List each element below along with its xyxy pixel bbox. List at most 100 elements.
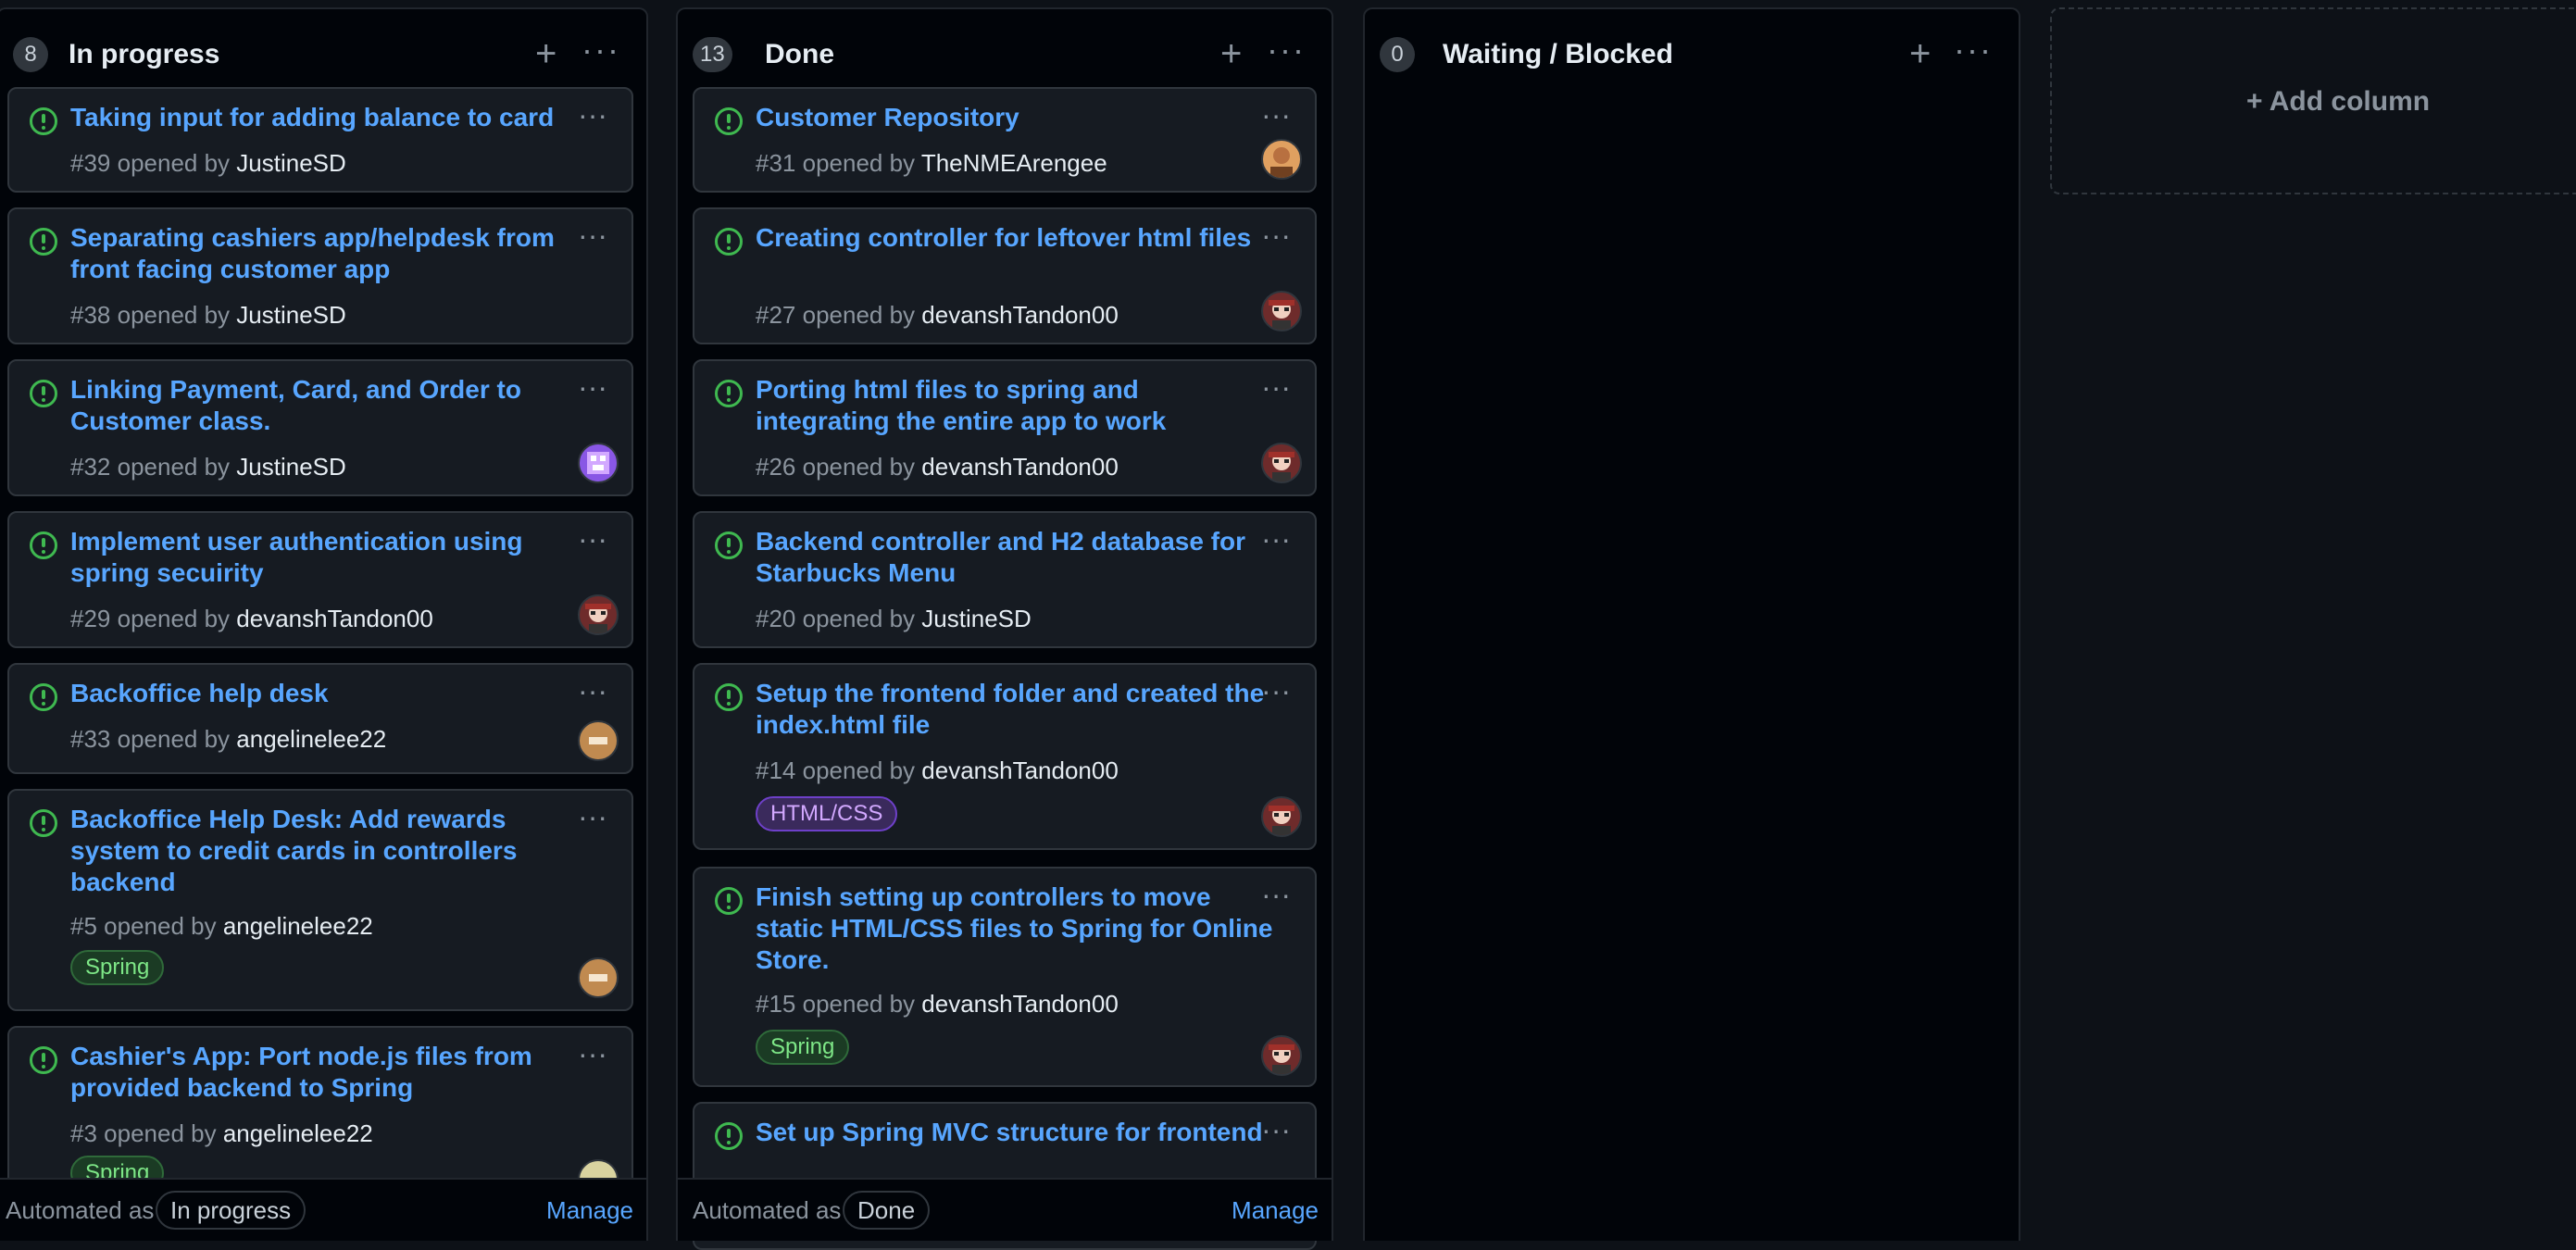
author[interactable]: angelinelee22 (236, 725, 386, 753)
card-menu-icon[interactable]: ··· (578, 802, 607, 831)
card-title[interactable]: Backend controller and H2 database for S… (756, 526, 1274, 589)
card-meta: #14 opened by devanshTandon00 (756, 756, 1119, 785)
issue-open-icon (30, 531, 57, 559)
label-html-css[interactable]: HTML/CSS (756, 796, 898, 831)
author[interactable]: JustineSD (236, 149, 346, 177)
card-title[interactable]: Customer Repository (756, 102, 1274, 133)
card-title[interactable]: Linking Payment, Card, and Order to Cust… (70, 374, 589, 437)
issue-number: #3 opened by (70, 1119, 217, 1147)
plus-icon: + (2246, 86, 2270, 117)
card-title[interactable]: Finish setting up controllers to move st… (756, 881, 1274, 976)
avatar[interactable] (578, 594, 619, 635)
column-count: 8 (13, 37, 48, 72)
issue-number: #39 opened by (70, 149, 231, 177)
card-menu-icon[interactable]: ··· (1261, 220, 1291, 250)
issue-card[interactable]: Linking Payment, Card, and Order to Cust… (7, 359, 633, 496)
card-title[interactable]: Setup the frontend folder and created th… (756, 678, 1274, 741)
avatar[interactable] (578, 957, 619, 998)
column-menu-icon[interactable]: ··· (581, 33, 620, 67)
author[interactable]: devanshTandon00 (236, 605, 433, 632)
add-card-plus-icon[interactable]: + (1220, 35, 1242, 72)
author[interactable]: JustineSD (236, 453, 346, 481)
card-meta: #27 opened by devanshTandon00 (756, 300, 1119, 330)
avatar[interactable] (1261, 1035, 1302, 1076)
issue-open-icon (715, 228, 743, 256)
avatar[interactable] (1261, 291, 1302, 331)
card-menu-icon[interactable]: ··· (578, 372, 607, 402)
issue-card[interactable]: Setup the frontend folder and created th… (693, 663, 1317, 850)
card-title[interactable]: Creating controller for leftover html fi… (756, 222, 1274, 254)
label-spring[interactable]: Spring (70, 950, 165, 985)
column-menu-icon[interactable]: ··· (1954, 33, 1993, 67)
card-title[interactable]: Cashier's App: Port node.js files from p… (70, 1041, 589, 1104)
avatar[interactable] (1261, 139, 1302, 180)
column-title: Done (765, 39, 834, 69)
card-meta: #3 opened by angelinelee22 (70, 1119, 373, 1148)
author[interactable]: devanshTandon00 (921, 301, 1119, 329)
manage-link[interactable]: Manage (1232, 1194, 1319, 1226)
issue-card[interactable]: Finish setting up controllers to move st… (693, 867, 1317, 1087)
card-meta: #38 opened by JustineSD (70, 300, 346, 330)
author[interactable]: JustineSD (921, 605, 1032, 632)
issue-card[interactable]: Implement user authentication using spri… (7, 511, 633, 648)
issue-card[interactable]: Creating controller for leftover html fi… (693, 207, 1317, 344)
issue-open-icon (715, 683, 743, 711)
add-card-plus-icon[interactable]: + (1909, 35, 1931, 72)
card-menu-icon[interactable]: ··· (1261, 100, 1291, 130)
label-spring[interactable]: Spring (756, 1030, 850, 1065)
card-title[interactable]: Taking input for adding balance to card (70, 102, 589, 133)
author[interactable]: devanshTandon00 (921, 990, 1119, 1018)
avatar[interactable] (578, 720, 619, 761)
automation-pill[interactable]: In progress (156, 1191, 306, 1230)
avatar[interactable] (1261, 796, 1302, 837)
card-title[interactable]: Porting html files to spring and integra… (756, 374, 1274, 437)
issue-number: #15 opened by (756, 990, 916, 1018)
avatar[interactable] (578, 443, 619, 483)
issue-card[interactable]: Backend controller and H2 database for S… (693, 511, 1317, 648)
column-header: 0 Waiting / Blocked + ··· (1365, 24, 2019, 83)
card-title[interactable]: Backoffice Help Desk: Add rewards system… (70, 804, 589, 898)
issue-open-icon (30, 809, 57, 837)
add-column-text: Add column (2269, 86, 2431, 117)
author[interactable]: JustineSD (236, 301, 346, 329)
issue-card[interactable]: Porting html files to spring and integra… (693, 359, 1317, 496)
issue-card[interactable]: Taking input for adding balance to card … (7, 87, 633, 193)
card-menu-icon[interactable]: ··· (1261, 1115, 1291, 1144)
card-meta: #26 opened by devanshTandon00 (756, 452, 1119, 481)
author[interactable]: angelinelee22 (223, 912, 373, 940)
column-menu-icon[interactable]: ··· (1267, 33, 1306, 67)
card-menu-icon[interactable]: ··· (578, 100, 607, 130)
issue-card[interactable]: Separating cashiers app/helpdesk from fr… (7, 207, 633, 344)
card-menu-icon[interactable]: ··· (1261, 676, 1291, 706)
card-title[interactable]: Separating cashiers app/helpdesk from fr… (70, 222, 589, 285)
add-column-button[interactable]: + Add column (2050, 7, 2576, 194)
issue-card[interactable]: Backoffice help desk #33 opened by angel… (7, 663, 633, 774)
card-meta: #32 opened by JustineSD (70, 452, 346, 481)
issue-card[interactable]: Backoffice Help Desk: Add rewards system… (7, 789, 633, 1011)
avatar[interactable] (1261, 443, 1302, 483)
card-title[interactable]: Backoffice help desk (70, 678, 589, 709)
author[interactable]: devanshTandon00 (921, 453, 1119, 481)
author[interactable]: devanshTandon00 (921, 756, 1119, 784)
issue-card[interactable]: Customer Repository #31 opened by TheNME… (693, 87, 1317, 193)
card-menu-icon[interactable]: ··· (1261, 524, 1291, 554)
automated-as-label: Automated as (693, 1196, 842, 1224)
card-menu-icon[interactable]: ··· (1261, 880, 1291, 909)
card-meta: #15 opened by devanshTandon00 (756, 989, 1119, 1019)
author[interactable]: TheNMEArengee (921, 149, 1107, 177)
card-menu-icon[interactable]: ··· (578, 676, 607, 706)
card-menu-icon[interactable]: ··· (578, 220, 607, 250)
card-title[interactable]: Set up Spring MVC structure for frontend (756, 1117, 1274, 1148)
card-menu-icon[interactable]: ··· (1261, 372, 1291, 402)
card-menu-icon[interactable]: ··· (578, 1039, 607, 1069)
card-meta: #33 opened by angelinelee22 (70, 724, 386, 754)
column-header: 13 Done + ··· (678, 24, 1332, 83)
author[interactable]: angelinelee22 (223, 1119, 373, 1147)
card-meta: #31 opened by TheNMEArengee (756, 148, 1107, 178)
card-title[interactable]: Implement user authentication using spri… (70, 526, 589, 589)
card-meta: #5 opened by angelinelee22 (70, 911, 373, 941)
add-card-plus-icon[interactable]: + (535, 35, 556, 72)
manage-link[interactable]: Manage (546, 1194, 633, 1226)
card-menu-icon[interactable]: ··· (578, 524, 607, 554)
automation-pill[interactable]: Done (843, 1191, 931, 1230)
